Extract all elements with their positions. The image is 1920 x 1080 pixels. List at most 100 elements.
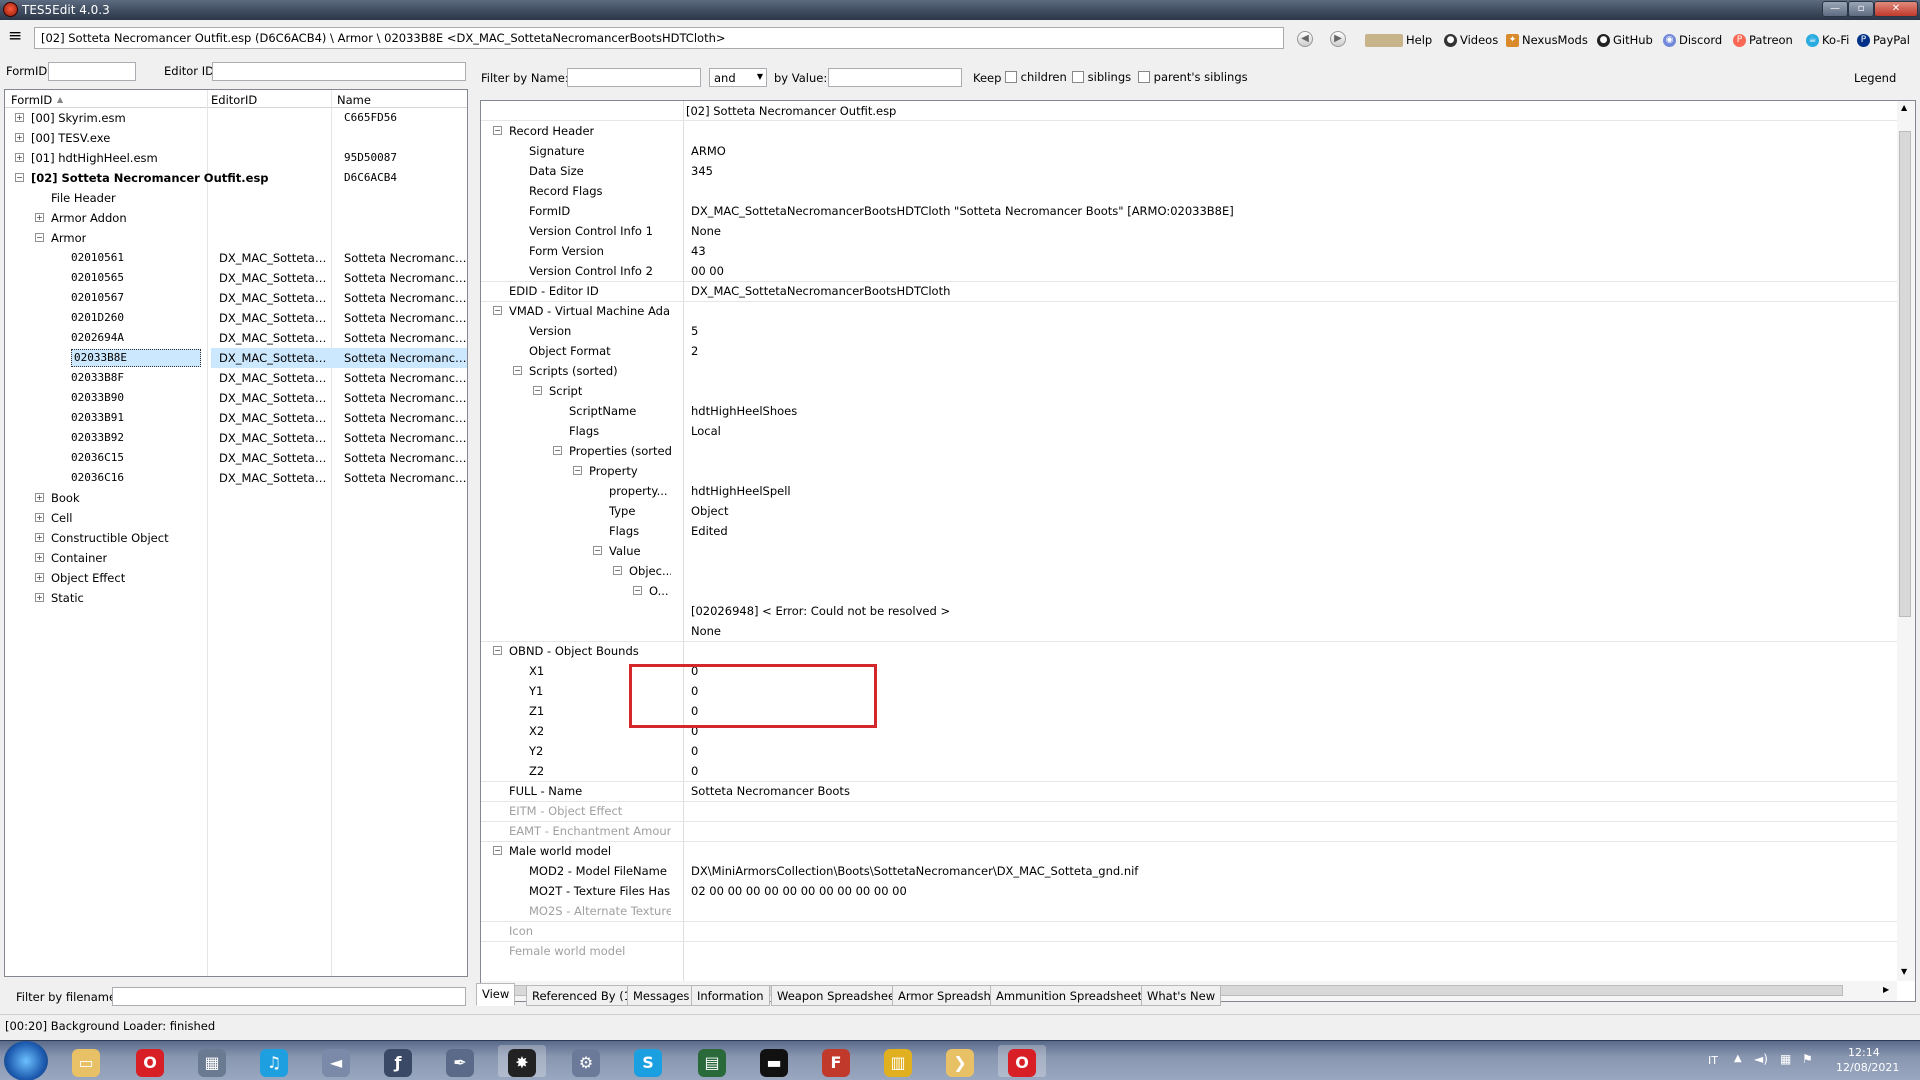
tree-node[interactable]: 02010565 DX_MAC_SottetaN... Sotteta Necrom… xyxy=(5,268,467,288)
vertical-scrollbar[interactable]: ▲ ▼ xyxy=(1897,101,1915,981)
record-field-row[interactable]: Flags Local xyxy=(481,421,1897,441)
collapse-icon[interactable]: − xyxy=(553,446,562,455)
record-field-row[interactable]: Signature ARMO xyxy=(481,141,1897,161)
record-field-row[interactable]: − Record Header xyxy=(481,121,1897,141)
and-or-dropdown[interactable]: and ▼ xyxy=(709,68,767,87)
record-field-row[interactable]: Icon xyxy=(481,921,1897,941)
navigation-tree[interactable]: FormID ▲ EditorID Name + [00] Skyrim.esm C… xyxy=(4,89,468,977)
tree-node[interactable]: − Armor xyxy=(5,228,467,248)
record-field-row[interactable]: FormID DX_MAC_SottetaNecromancerBootsHDTC… xyxy=(481,201,1897,221)
filter-by-filename-input[interactable] xyxy=(112,987,466,1006)
yellow-app-icon[interactable]: ▥ xyxy=(874,1045,922,1077)
opera-active-icon[interactable]: O xyxy=(998,1045,1046,1077)
record-view[interactable]: [02] Sotteta Necromancer Outfit.esp − Rec… xyxy=(480,100,1916,1002)
record-field-row[interactable]: FULL - Name Sotteta Necromancer Boots xyxy=(481,781,1897,801)
github-link[interactable]: ● GitHub xyxy=(1597,33,1653,47)
close-button[interactable]: ✕ xyxy=(1874,1,1918,17)
expand-icon[interactable]: + xyxy=(35,213,44,222)
record-field-row[interactable]: Version 5 xyxy=(481,321,1897,341)
music-icon[interactable]: ♫ xyxy=(250,1045,298,1077)
collapse-icon[interactable]: − xyxy=(493,126,502,135)
record-field-row[interactable]: property... hdtHighHeelSpell xyxy=(481,481,1897,501)
record-field-row[interactable]: − OBND - Object Bounds xyxy=(481,641,1897,661)
record-path-field[interactable]: [02] Sotteta Necromancer Outfit.esp (D6C… xyxy=(34,27,1284,49)
record-field-row[interactable]: Flags Edited xyxy=(481,521,1897,541)
filter-value-input[interactable] xyxy=(828,68,962,87)
col-header-formid[interactable]: FormID xyxy=(11,93,52,107)
tree-node[interactable]: 02010567 DX_MAC_SottetaN... Sotteta Necrom… xyxy=(5,288,467,308)
expand-icon[interactable]: + xyxy=(35,573,44,582)
folder-arrow-icon[interactable]: ❯ xyxy=(936,1045,984,1077)
editor-window-icon[interactable]: ▤ xyxy=(688,1045,736,1077)
nexusmods-link[interactable]: ✦ NexusMods xyxy=(1506,33,1588,47)
record-field-row[interactable]: EITM - Object Effect xyxy=(481,801,1897,821)
patreon-link[interactable]: P Patreon xyxy=(1733,33,1793,47)
record-field-row[interactable]: − Properties (sorted) xyxy=(481,441,1897,461)
record-field-row[interactable]: Z2 0 xyxy=(481,761,1897,781)
opera-icon[interactable]: O xyxy=(126,1045,174,1077)
record-field-row[interactable]: Object Format 2 xyxy=(481,341,1897,361)
tree-node[interactable]: + Static xyxy=(5,588,467,608)
scroll-up-icon[interactable]: ▲ xyxy=(1901,103,1907,112)
record-field-row[interactable]: Version Control Info 1 None xyxy=(481,221,1897,241)
minimize-button[interactable]: — xyxy=(1822,1,1848,17)
expand-icon[interactable]: + xyxy=(35,493,44,502)
record-field-row[interactable]: − Script xyxy=(481,381,1897,401)
tray-tool-icon[interactable]: ⚙ xyxy=(562,1045,610,1077)
record-field-row[interactable]: Data Size 345 xyxy=(481,161,1897,181)
record-field-row[interactable]: Y2 0 xyxy=(481,741,1897,761)
collapse-icon[interactable]: − xyxy=(573,466,582,475)
record-field-row[interactable]: − Male world model xyxy=(481,841,1897,861)
tree-node[interactable]: 02010561 DX_MAC_SottetaN... Sotteta Necrom… xyxy=(5,248,467,268)
language-indicator[interactable]: IT xyxy=(1708,1054,1718,1067)
tree-node[interactable]: File Header xyxy=(5,188,467,208)
help-link[interactable]: Help xyxy=(1365,33,1432,47)
volume-tray-icon[interactable]: ◄) xyxy=(1754,1052,1768,1066)
tree-node[interactable]: 02036C16 DX_MAC_SottetaN... Sotteta Necrom… xyxy=(5,468,467,488)
tab-what-s-new[interactable]: What's New xyxy=(1141,985,1222,1006)
record-field-row[interactable]: Female world model xyxy=(481,941,1897,961)
back-icon[interactable]: ◀ xyxy=(1297,31,1313,47)
record-field-row[interactable]: ScriptName hdtHighHeelShoes xyxy=(481,401,1897,421)
tree-node[interactable]: 02033B92 DX_MAC_SottetaN... Sotteta Necrom… xyxy=(5,428,467,448)
record-field-row[interactable]: None xyxy=(481,621,1897,641)
scroll-thumb[interactable] xyxy=(1899,131,1911,617)
file-explorer-icon[interactable]: ▭ xyxy=(62,1045,110,1077)
tree-node[interactable]: + Constructible Object xyxy=(5,528,467,548)
tree-node[interactable]: + Container xyxy=(5,548,467,568)
tree-node[interactable]: 02033B8E DX_MAC_SottetaN... Sotteta Necrom… xyxy=(5,348,467,368)
tree-node[interactable]: + [00] TESV.exe xyxy=(5,128,467,148)
filter-name-input[interactable] xyxy=(567,68,701,87)
tab-messages[interactable]: Messages xyxy=(627,985,696,1006)
keep-parents-siblings-checkbox[interactable]: parent's siblings xyxy=(1138,70,1248,84)
skype-icon[interactable]: S xyxy=(624,1045,672,1077)
collapse-icon[interactable]: − xyxy=(533,386,542,395)
tab-ammunition-spreadsheet[interactable]: Ammunition Spreadsheet xyxy=(990,985,1149,1006)
record-field-row[interactable]: MO2S - Alternate Textures xyxy=(481,901,1897,921)
tree-node[interactable]: + [00] Skyrim.esm C665FD56 xyxy=(5,108,467,128)
media-center-icon[interactable]: ▦ xyxy=(188,1045,236,1077)
volume-icon[interactable]: ◄ xyxy=(312,1045,360,1077)
record-field-row[interactable]: Form Version 43 xyxy=(481,241,1897,261)
expand-icon[interactable]: + xyxy=(35,553,44,562)
record-field-row[interactable]: MOD2 - Model FileName DX\MiniArmorsCollec… xyxy=(481,861,1897,881)
network-tray-icon[interactable]: ▦ xyxy=(1780,1052,1791,1066)
tab-referenced-by-1[interactable]: Referenced By (1) xyxy=(526,985,642,1006)
keep-siblings-checkbox[interactable]: siblings xyxy=(1072,70,1131,84)
tree-node[interactable]: + Armor Addon xyxy=(5,208,467,228)
expand-icon[interactable]: + xyxy=(35,533,44,542)
tree-node[interactable]: 0201D260 DX_MAC_SottetaN... Sotteta Necrom… xyxy=(5,308,467,328)
tree-node[interactable]: 02033B90 DX_MAC_SottetaN... Sotteta Necrom… xyxy=(5,388,467,408)
scroll-right-icon[interactable]: ▶ xyxy=(1883,985,1889,994)
expand-icon[interactable]: + xyxy=(15,133,24,142)
keep-children-checkbox[interactable]: children xyxy=(1005,70,1067,84)
tree-node[interactable]: 02036C15 DX_MAC_SottetaN... Sotteta Necrom… xyxy=(5,448,467,468)
record-field-row[interactable]: [02026948] < Error: Could not be resolve… xyxy=(481,601,1897,621)
expand-icon[interactable]: + xyxy=(35,593,44,602)
tab-weapon-spreadsheet[interactable]: Weapon Spreadsheet xyxy=(771,985,906,1006)
hamburger-menu-icon[interactable]: ≡ xyxy=(8,28,22,45)
ffdec-icon[interactable]: ƒ xyxy=(374,1045,422,1077)
tree-node[interactable]: 02033B91 DX_MAC_SottetaN... Sotteta Necrom… xyxy=(5,408,467,428)
collapse-icon[interactable]: − xyxy=(613,566,622,575)
collapse-icon[interactable]: − xyxy=(493,846,502,855)
